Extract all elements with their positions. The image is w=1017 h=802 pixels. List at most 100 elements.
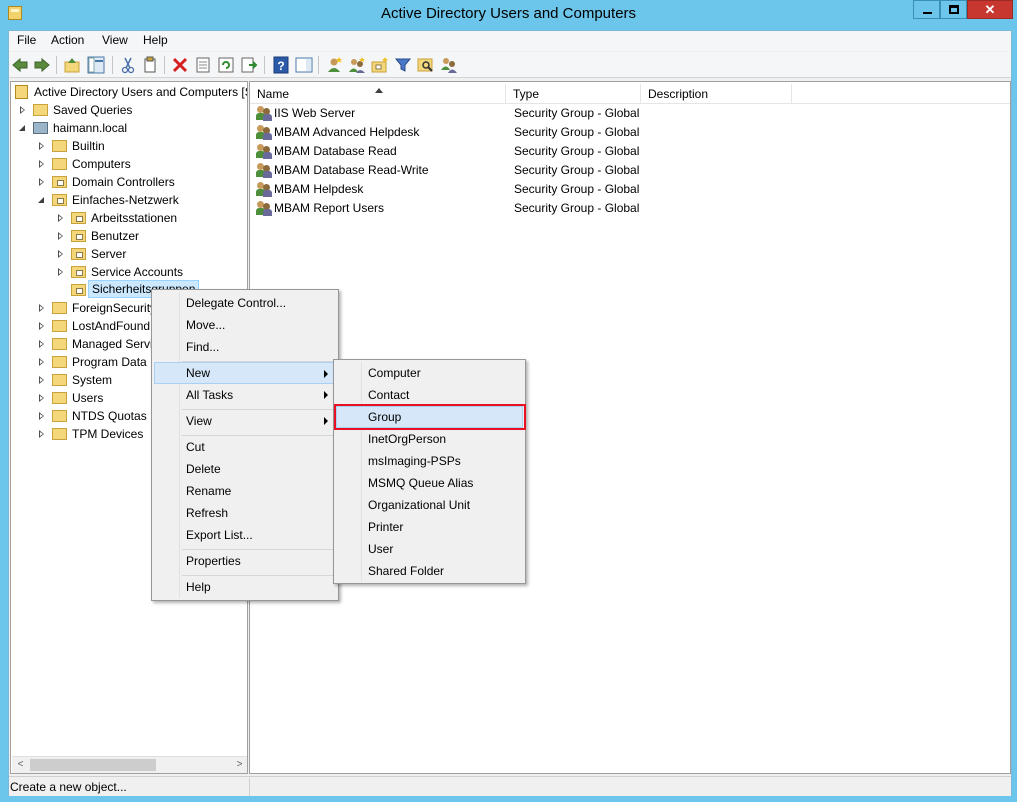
help-icon[interactable]: ? xyxy=(272,56,290,74)
column-type[interactable]: Type xyxy=(506,84,641,104)
submenu-item-organizational-unit[interactable]: Organizational Unit xyxy=(336,494,523,516)
expand-icon[interactable] xyxy=(58,214,63,222)
menu-action[interactable]: Action xyxy=(51,33,84,47)
show-hide-action-pane-icon[interactable] xyxy=(295,56,313,74)
new-ou-icon[interactable] xyxy=(371,56,389,74)
list-item[interactable]: IIS Web Server Security Group - Global xyxy=(250,104,1010,123)
submenu-item-inetorgperson[interactable]: InetOrgPerson xyxy=(336,428,523,450)
submenu-item-msimaging-psps[interactable]: msImaging-PSPs xyxy=(336,450,523,472)
list-item[interactable]: MBAM Database Read Security Group - Glob… xyxy=(250,142,1010,161)
scroll-left-icon[interactable]: < xyxy=(12,757,29,773)
expand-icon[interactable] xyxy=(39,304,44,312)
menu-view[interactable]: View xyxy=(102,33,128,47)
column-name[interactable]: Name xyxy=(250,84,506,104)
security-group-icon xyxy=(256,182,272,197)
find-icon[interactable] xyxy=(417,56,435,74)
menu-item-view[interactable]: View xyxy=(154,410,336,432)
menu-item-cut[interactable]: Cut xyxy=(154,436,336,458)
expand-icon[interactable] xyxy=(20,106,25,114)
copy-icon[interactable] xyxy=(141,56,159,74)
menu-item-export-list[interactable]: Export List... xyxy=(154,524,336,546)
delete-icon[interactable] xyxy=(171,56,189,74)
menu-item-properties[interactable]: Properties xyxy=(154,550,336,572)
security-group-icon xyxy=(256,125,272,140)
properties-icon[interactable] xyxy=(194,56,212,74)
item-name: MBAM Database Read xyxy=(274,144,397,158)
svg-text:?: ? xyxy=(277,59,284,73)
close-button[interactable]: ✕ xyxy=(967,0,1013,19)
new-user-icon[interactable] xyxy=(325,56,343,74)
collapse-icon[interactable] xyxy=(19,125,25,131)
filter-icon[interactable] xyxy=(394,56,412,74)
maximize-button[interactable] xyxy=(940,0,967,19)
minimize-button[interactable] xyxy=(913,0,940,19)
refresh-icon[interactable] xyxy=(217,56,235,74)
expand-icon[interactable] xyxy=(58,232,63,240)
submenu-item-computer[interactable]: Computer xyxy=(336,362,523,384)
submenu-item-printer[interactable]: Printer xyxy=(336,516,523,538)
expand-icon[interactable] xyxy=(39,160,44,168)
up-folder-icon[interactable] xyxy=(63,56,81,74)
item-type: Security Group - Global xyxy=(514,125,640,139)
menu-help[interactable]: Help xyxy=(143,33,168,47)
add-to-group-icon[interactable] xyxy=(440,56,458,74)
submenu-item-msmq-queue-alias[interactable]: MSMQ Queue Alias xyxy=(336,472,523,494)
menu-item-new[interactable]: New xyxy=(154,362,336,384)
collapse-icon[interactable] xyxy=(38,197,44,203)
tree-item-label: Benutzer xyxy=(91,229,140,243)
expand-icon[interactable] xyxy=(58,268,63,276)
export-list-icon[interactable] xyxy=(240,56,258,74)
expand-icon[interactable] xyxy=(58,250,63,258)
folder-icon xyxy=(52,140,67,152)
forward-icon[interactable] xyxy=(33,56,51,74)
menu-item-rename[interactable]: Rename xyxy=(154,480,336,502)
list-item[interactable]: MBAM Database Read-Write Security Group … xyxy=(250,161,1010,180)
minimize-icon xyxy=(923,12,932,14)
expand-icon[interactable] xyxy=(39,142,44,150)
menu-item-delete[interactable]: Delete xyxy=(154,458,336,480)
expand-icon[interactable] xyxy=(39,412,44,420)
menu-item-find[interactable]: Find... xyxy=(154,336,336,358)
menu-item-delegate-control[interactable]: Delegate Control... xyxy=(154,292,336,314)
folder-icon xyxy=(52,302,67,314)
list-item[interactable]: MBAM Report Users Security Group - Globa… xyxy=(250,199,1010,218)
submenu-arrow-icon xyxy=(324,391,328,399)
show-hide-tree-icon[interactable] xyxy=(87,56,105,74)
folder-icon xyxy=(52,374,67,386)
scroll-right-icon[interactable]: > xyxy=(231,757,247,773)
scroll-thumb[interactable] xyxy=(30,759,156,771)
folder-icon xyxy=(52,410,67,422)
tree-item-label: TPM Devices xyxy=(72,427,144,441)
list-item[interactable]: MBAM Advanced Helpdesk Security Group - … xyxy=(250,123,1010,142)
list-item[interactable]: MBAM Helpdesk Security Group - Global xyxy=(250,180,1010,199)
ou-icon xyxy=(71,284,86,296)
menu-file[interactable]: File xyxy=(17,33,36,47)
expand-icon[interactable] xyxy=(39,358,44,366)
title-bar[interactable]: Active Directory Users and Computers ✕ xyxy=(0,0,1017,29)
ou-icon xyxy=(52,194,67,206)
tree-item-label: Managed Servic xyxy=(72,337,159,351)
expand-icon[interactable] xyxy=(39,178,44,186)
expand-icon[interactable] xyxy=(39,322,44,330)
submenu-arrow-icon xyxy=(324,417,328,425)
menu-item-move[interactable]: Move... xyxy=(154,314,336,336)
item-type: Security Group - Global xyxy=(514,144,640,158)
submenu-item-contact[interactable]: Contact xyxy=(336,384,523,406)
new-group-icon[interactable] xyxy=(348,56,366,74)
column-description[interactable]: Description xyxy=(641,84,792,104)
expand-icon[interactable] xyxy=(39,340,44,348)
menu-item-help[interactable]: Help xyxy=(154,576,336,598)
submenu-item-shared-folder[interactable]: Shared Folder xyxy=(336,560,523,582)
menu-item-view-label: View xyxy=(186,414,212,428)
cut-icon[interactable] xyxy=(119,56,137,74)
expand-icon[interactable] xyxy=(39,394,44,402)
back-icon[interactable] xyxy=(11,56,29,74)
menu-item-all-tasks[interactable]: All Tasks xyxy=(154,384,336,406)
folder-icon xyxy=(52,338,67,350)
menu-item-refresh[interactable]: Refresh xyxy=(154,502,336,524)
submenu-item-user[interactable]: User xyxy=(336,538,523,560)
column-description-label: Description xyxy=(648,87,709,101)
expand-icon[interactable] xyxy=(39,430,44,438)
tree-horizontal-scrollbar[interactable]: < > xyxy=(12,756,247,773)
expand-icon[interactable] xyxy=(39,376,44,384)
